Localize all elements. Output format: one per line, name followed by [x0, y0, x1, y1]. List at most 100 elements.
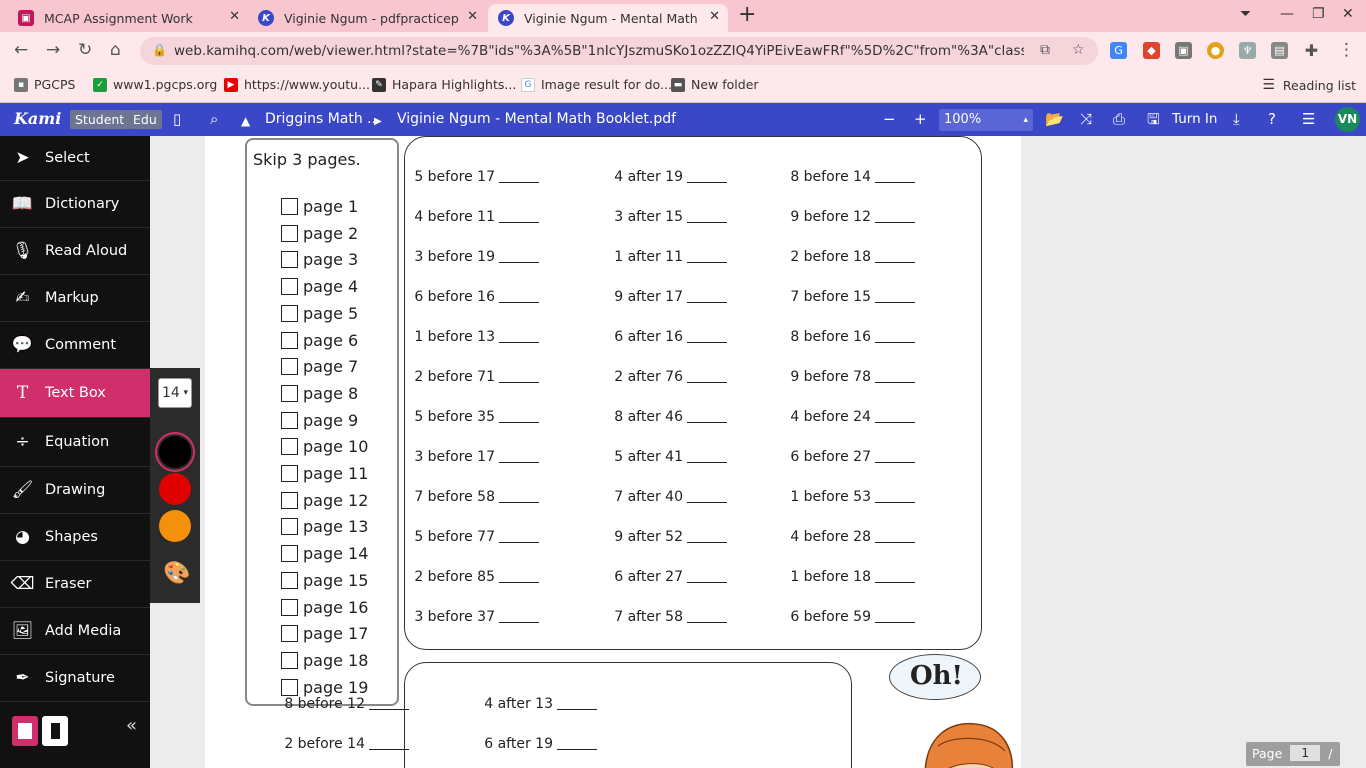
page-checkbox-item[interactable]: page 13	[281, 517, 368, 536]
avatar[interactable]: VN	[1335, 107, 1360, 132]
answer-blank[interactable]	[499, 622, 539, 623]
tool-eraser[interactable]: ⌫ Eraser	[0, 561, 150, 608]
page-checkbox-item[interactable]: page 11	[281, 464, 368, 483]
checkbox[interactable]	[281, 198, 298, 215]
answer-blank[interactable]	[875, 342, 915, 343]
answer-blank[interactable]	[875, 182, 915, 183]
bookmark-pgcps-www1[interactable]: ✓ www1.pgcps.org	[93, 77, 217, 92]
bookmark-youtube[interactable]: ▶ https://www.youtu...	[224, 77, 370, 92]
download-icon[interactable]: ⤓	[1233, 110, 1240, 128]
page-checkbox-item[interactable]: page 15	[281, 571, 368, 590]
answer-blank[interactable]	[875, 422, 915, 423]
checkbox[interactable]	[281, 278, 298, 296]
page-checkbox-item[interactable]: page 18	[281, 651, 368, 670]
close-icon[interactable]: ✕	[229, 9, 240, 24]
answer-blank[interactable]	[499, 342, 539, 343]
checkbox[interactable]	[281, 384, 298, 402]
answer-blank[interactable]	[369, 709, 409, 710]
restore-icon[interactable]: ❐	[1312, 6, 1325, 22]
tool-drawing[interactable]: 🖌 Drawing	[0, 467, 150, 514]
save-icon[interactable]: 🖫	[1147, 110, 1160, 128]
checkbox[interactable]	[281, 331, 298, 349]
open-folder-icon[interactable]: 📂	[1045, 110, 1064, 128]
double-page-view-button[interactable]	[42, 716, 68, 746]
answer-blank[interactable]	[687, 222, 727, 223]
tool-markup[interactable]: ✍ Markup	[0, 275, 150, 322]
answer-blank[interactable]	[875, 262, 915, 263]
search-icon[interactable]: ⌕	[210, 110, 218, 128]
reload-icon[interactable]: ↻	[78, 40, 92, 60]
answer-blank[interactable]	[687, 382, 727, 383]
page-checkbox-item[interactable]: page 14	[281, 544, 368, 563]
checkbox[interactable]	[281, 678, 298, 696]
answer-blank[interactable]	[687, 462, 727, 463]
browser-menu-icon[interactable]: ⋮	[1338, 40, 1355, 60]
back-icon[interactable]: ←	[14, 40, 28, 60]
extensions-puzzle-icon[interactable]: ✚	[1303, 41, 1320, 60]
bookmark-pgcps[interactable]: ▪ PGCPS	[14, 77, 75, 92]
answer-blank[interactable]	[557, 709, 597, 710]
collapse-sidebar-icon[interactable]: «	[126, 715, 137, 736]
answer-blank[interactable]	[875, 382, 915, 383]
answer-blank[interactable]	[499, 222, 539, 223]
hapara-extension-icon[interactable]: ●	[1207, 42, 1224, 59]
tool-equation[interactable]: ÷ Equation	[0, 418, 150, 467]
answer-blank[interactable]	[499, 182, 539, 183]
bookmark-new-folder[interactable]: ▬ New folder	[671, 77, 759, 92]
share-icon[interactable]: ⤨	[1080, 110, 1092, 128]
answer-blank[interactable]	[499, 302, 539, 303]
answer-blank[interactable]	[499, 262, 539, 263]
checkbox[interactable]	[281, 304, 298, 322]
page-checkbox-item[interactable]: page 12	[281, 491, 368, 510]
bookmark-image-result[interactable]: G Image result for do...	[521, 77, 672, 92]
answer-blank[interactable]	[687, 582, 727, 583]
answer-blank[interactable]	[687, 542, 727, 543]
page-checkbox-item[interactable]: page 16	[281, 598, 368, 617]
page-checkbox-item[interactable]: page 6	[281, 331, 358, 350]
turn-in-button[interactable]: Turn In	[1172, 111, 1217, 127]
page-checkbox-item[interactable]: page 3	[281, 250, 358, 269]
answer-blank[interactable]	[875, 502, 915, 503]
checkbox[interactable]	[281, 518, 298, 536]
extension-icon[interactable]: ▤	[1271, 42, 1288, 59]
checkbox[interactable]	[281, 625, 298, 643]
window-close-icon[interactable]: ✕	[1342, 6, 1354, 22]
page-number-input[interactable]: 1	[1290, 745, 1321, 761]
extension-icon[interactable]: ▣	[1175, 42, 1192, 59]
tool-dictionary[interactable]: 📖 Dictionary	[0, 181, 150, 228]
browser-tab-mcap[interactable]: ▣ MCAP Assignment Work ✕	[8, 4, 248, 32]
color-swatch-orange[interactable]	[159, 510, 191, 542]
checkbox[interactable]	[281, 411, 298, 429]
zoom-in-icon[interactable]: +	[914, 110, 927, 128]
bookmark-star-icon[interactable]: ☆	[1072, 42, 1085, 58]
page-checkbox-item[interactable]: page 4	[281, 277, 358, 296]
tool-shapes[interactable]: ◕ Shapes	[0, 514, 150, 561]
sidebar-toggle-icon[interactable]: ▯	[173, 110, 181, 128]
answer-blank[interactable]	[875, 462, 915, 463]
bookmark-hapara[interactable]: ✎ Hapara Highlights...	[372, 77, 516, 92]
single-page-view-button[interactable]	[12, 716, 38, 746]
answer-blank[interactable]	[687, 262, 727, 263]
color-swatch-black[interactable]	[159, 436, 191, 468]
answer-blank[interactable]	[687, 342, 727, 343]
answer-blank[interactable]	[499, 502, 539, 503]
page-checkbox-item[interactable]: page 5	[281, 304, 358, 323]
answer-blank[interactable]	[875, 542, 915, 543]
tool-signature[interactable]: ✒ Signature	[0, 655, 150, 702]
checkbox[interactable]	[281, 491, 298, 509]
zoom-out-icon[interactable]: −	[883, 110, 896, 128]
page-checkbox-item[interactable]: page 9	[281, 411, 358, 430]
tool-read-aloud[interactable]: 🎙 Read Aloud	[0, 228, 150, 275]
answer-blank[interactable]	[499, 542, 539, 543]
tool-comment[interactable]: 💬 Comment	[0, 322, 150, 369]
home-icon[interactable]: ⌂	[110, 40, 121, 60]
checkbox[interactable]	[281, 465, 298, 482]
checkbox[interactable]	[281, 598, 298, 616]
answer-blank[interactable]	[875, 222, 915, 223]
extension-icon[interactable]: ♆	[1239, 42, 1256, 59]
browser-tab-mental-math[interactable]: K Viginie Ngum - Mental Math Boo ✕	[488, 4, 728, 32]
answer-blank[interactable]	[557, 749, 597, 750]
zoom-select[interactable]: 100% ▴▾	[939, 109, 1033, 147]
page-checkbox-item[interactable]: page 10	[281, 437, 368, 456]
forward-icon[interactable]: →	[46, 40, 60, 60]
